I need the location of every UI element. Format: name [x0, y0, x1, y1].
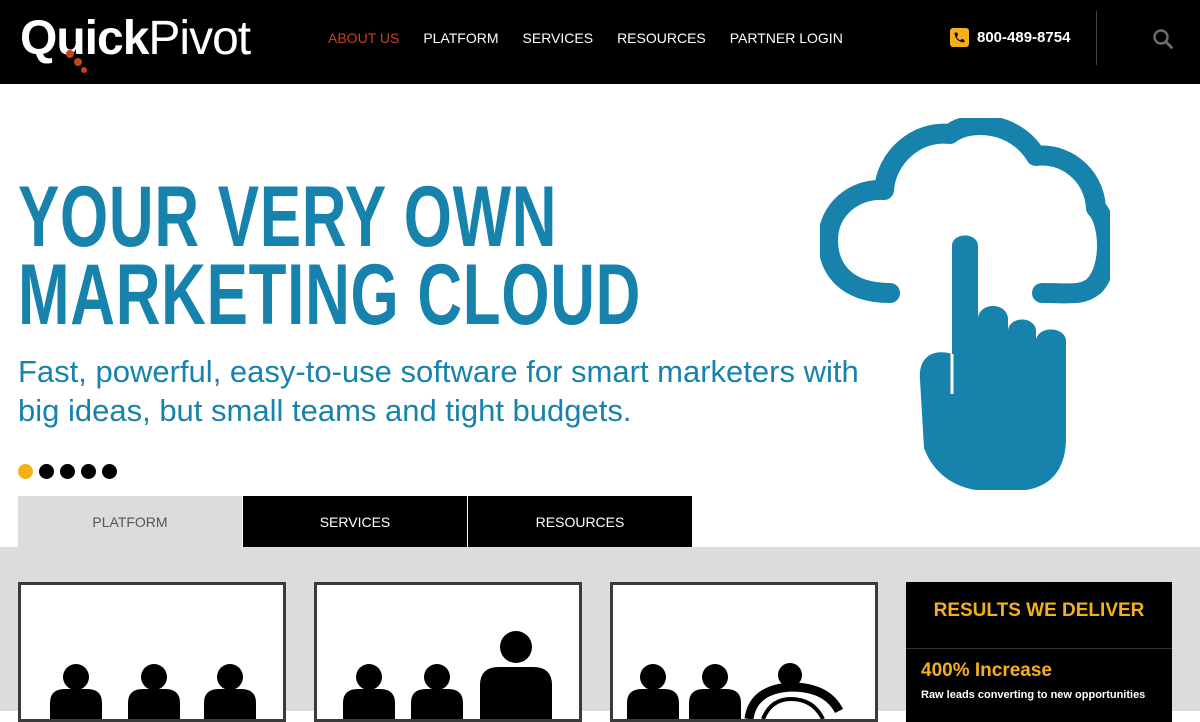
results-title: RESULTS WE DELIVER [933, 600, 1145, 621]
results-stat: 400% Increase [921, 660, 1052, 681]
tab-platform-label: PLATFORM [92, 513, 168, 530]
quickpivot-logo[interactable]: Quick Pivot [20, 11, 251, 73]
search-icon[interactable] [1152, 28, 1174, 50]
tab-resources-label: RESOURCES [535, 513, 625, 530]
nav-resources[interactable]: RESOURCES [617, 30, 706, 46]
nav-platform[interactable]: PLATFORM [423, 30, 498, 46]
nav-about-us[interactable]: ABOUT US [328, 30, 399, 46]
feature-card-2[interactable] [314, 582, 582, 722]
slide-dot-5[interactable] [102, 464, 117, 479]
nav-partner-login[interactable]: PARTNER LOGIN [730, 30, 843, 46]
site-header: Quick Pivot ABOUT US PLATFORM SERVICES RE… [0, 0, 1200, 84]
section-tabs: PLATFORM SERVICES RESOURCES [18, 496, 692, 555]
cloud-touch-icon [820, 118, 1110, 490]
slide-dot-2[interactable] [39, 464, 54, 479]
people-group-icon [50, 664, 256, 719]
tab-services-label: SERVICES [319, 513, 391, 530]
people-speed-icon [627, 663, 844, 719]
slide-dot-4[interactable] [81, 464, 96, 479]
people-leader-icon [343, 631, 552, 719]
phone-contact[interactable]: 800-489-8754 [950, 28, 1070, 47]
slide-dot-3[interactable] [60, 464, 75, 479]
tab-resources[interactable]: RESOURCES [468, 496, 692, 555]
hero-subtitle: Fast, powerful, easy-to-use software for… [18, 354, 859, 428]
results-divider [906, 648, 1172, 649]
logo-pivot-text: Pivot [148, 11, 251, 65]
feature-card-1[interactable] [18, 582, 286, 722]
results-panel: RESULTS WE DELIVER 400% Increase Raw lea… [906, 582, 1172, 722]
results-description: Raw leads converting to new opportunitie… [921, 689, 1146, 701]
header-divider [1096, 11, 1097, 65]
main-nav: ABOUT US PLATFORM SERVICES RESOURCES PAR… [328, 30, 867, 46]
hero-title-line1: YOUR VERY OWN [18, 169, 558, 265]
logo-dots-icon [66, 50, 87, 73]
tab-services[interactable]: SERVICES [243, 496, 467, 555]
slide-pagination [18, 464, 117, 479]
feature-card-3[interactable] [610, 582, 878, 722]
nav-services[interactable]: SERVICES [523, 30, 594, 46]
hero-title: YOUR VERY OWN MARKETING CLOUD [18, 169, 642, 343]
tab-platform[interactable]: PLATFORM [18, 496, 242, 547]
phone-icon [950, 28, 969, 47]
hero-title-line2: MARKETING CLOUD [18, 247, 642, 343]
slide-dot-1[interactable] [18, 464, 33, 479]
phone-number: 800-489-8754 [977, 29, 1071, 46]
